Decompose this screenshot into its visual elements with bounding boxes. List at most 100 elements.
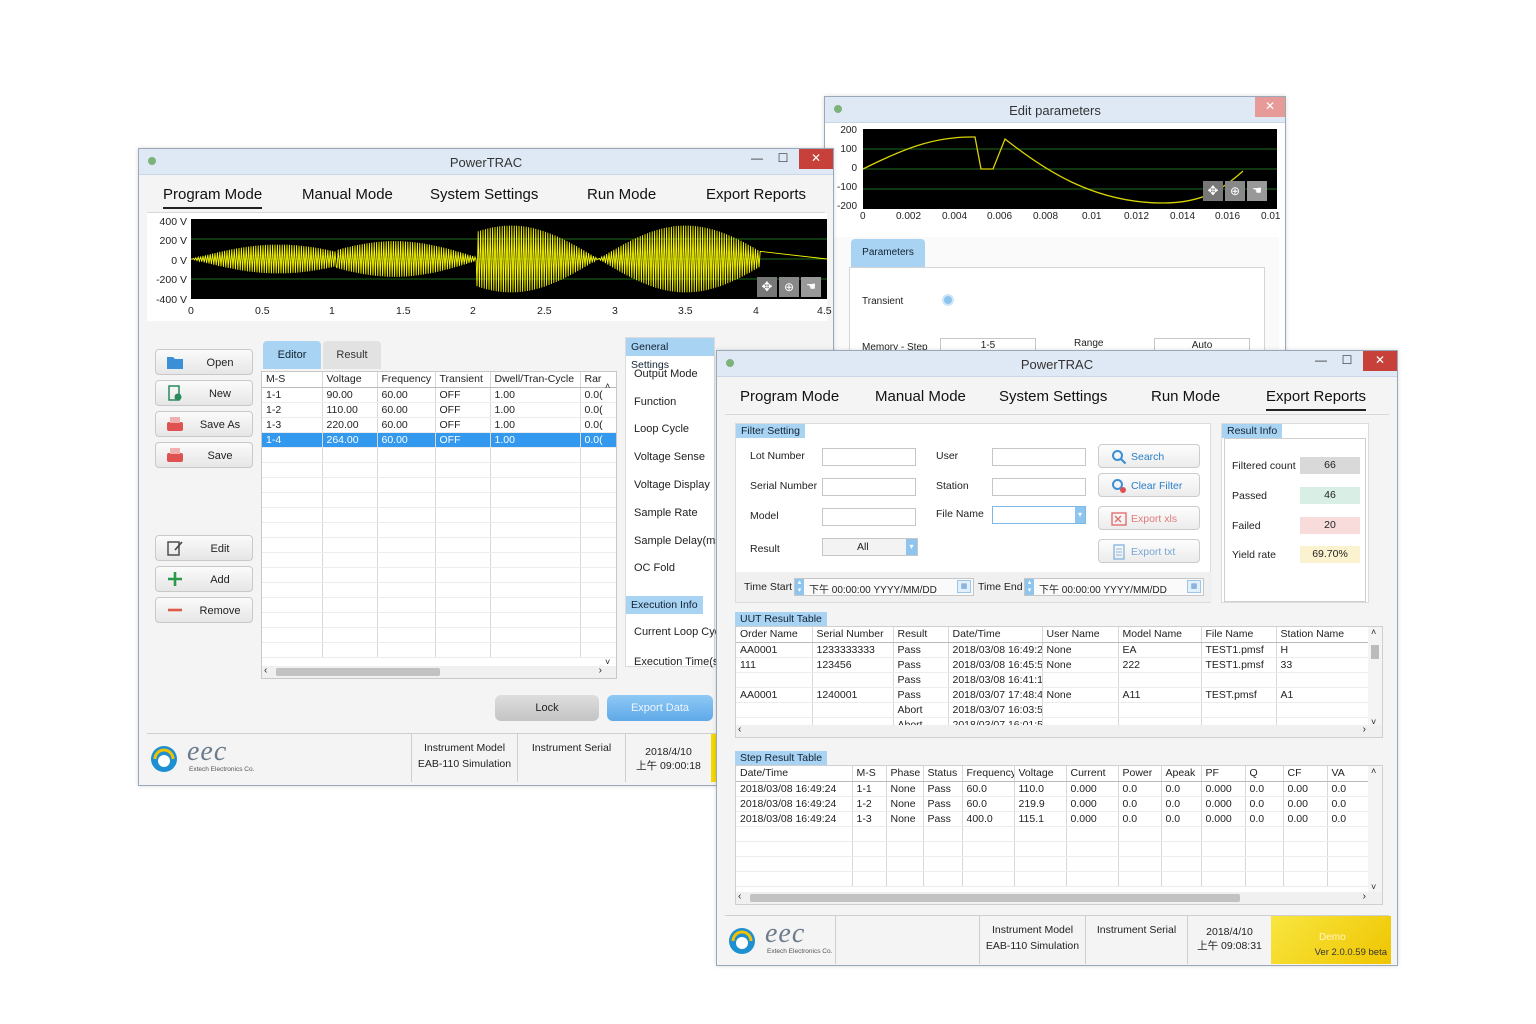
column-header[interactable]: Date/Time <box>948 627 1043 643</box>
clear-filter-button[interactable]: Clear Filter <box>1098 473 1200 497</box>
tab-result[interactable]: Result <box>323 341 381 369</box>
column-header[interactable]: CF <box>1283 766 1328 782</box>
file-name-select[interactable]: ▾ <box>992 506 1086 524</box>
tab-parameters[interactable]: Parameters <box>851 239 925 267</box>
menu-program-mode[interactable]: Program Mode <box>740 388 839 405</box>
pan-icon[interactable]: ✥ <box>1203 181 1223 201</box>
scroll-up-icon[interactable]: ˄ <box>1371 766 1376 776</box>
table-row[interactable]: 1-2 110.00 60.00 OFF 1.00 0.0( <box>262 402 616 418</box>
scroll-right-icon[interactable]: › <box>1363 724 1366 735</box>
column-header[interactable]: User Name <box>1042 627 1119 643</box>
scroll-thumb[interactable] <box>750 894 1240 902</box>
result-select[interactable]: All ▾ <box>822 538 918 556</box>
calendar-icon[interactable]: ▦ <box>957 580 971 593</box>
close-icon[interactable]: ✕ <box>799 149 833 169</box>
table-row[interactable]: 2018/03/08 16:49:24 1-3 None Pass 400.0 115.1… <box>736 811 1373 827</box>
column-header[interactable]: Status <box>923 766 963 782</box>
column-header[interactable]: Phase <box>886 766 924 782</box>
column-header[interactable]: Transient <box>435 372 491 388</box>
export-data-button[interactable]: Export Data <box>607 695 713 721</box>
scroll-up-icon[interactable]: ˄ <box>1371 627 1376 637</box>
scroll-left-icon[interactable]: ‹ <box>738 891 741 902</box>
column-header[interactable]: Dwell/Tran-Cycle <box>490 372 581 388</box>
column-header[interactable]: Apeak <box>1161 766 1202 782</box>
model-input[interactable] <box>822 508 916 526</box>
table-row[interactable]: 1-3 220.00 60.00 OFF 1.00 0.0( <box>262 417 616 433</box>
column-header[interactable]: Frequency <box>377 372 436 388</box>
save-as-button[interactable]: Save As <box>155 411 253 437</box>
vertical-scrollbar[interactable]: ˄ ˅ <box>605 381 615 667</box>
maximize-icon[interactable]: ☐ <box>771 149 795 169</box>
scroll-thumb[interactable] <box>276 668 440 676</box>
scroll-down-icon[interactable]: ˅ <box>1371 882 1376 892</box>
export-txt-button[interactable]: Export txt <box>1098 539 1200 563</box>
menu-run-mode[interactable]: Run Mode <box>587 186 656 203</box>
table-row[interactable]: 2018/03/08 16:49:24 1-2 None Pass 60.0 219.9 0… <box>736 796 1373 812</box>
table-row[interactable]: Abort 2018/03/07 16:03:5 <box>736 702 1377 718</box>
open-button[interactable]: Open <box>155 349 253 375</box>
table-row[interactable]: 2018/03/08 16:49:24 1-1 None Pass 60.0 110.0 0… <box>736 781 1373 797</box>
edit-button[interactable]: Edit <box>155 535 253 561</box>
column-header[interactable]: Station Name <box>1276 627 1377 643</box>
vertical-scrollbar[interactable]: ˄ ˅ <box>1368 627 1382 727</box>
hand-icon[interactable]: ☚ <box>1247 181 1267 201</box>
maximize-icon[interactable]: ☐ <box>1335 351 1359 371</box>
column-header[interactable]: File Name <box>1201 627 1277 643</box>
calendar-icon[interactable]: ▦ <box>1187 580 1201 593</box>
time-end-input[interactable]: ▴ ▾ 下午 00:00:00 YYYY/MM/DD ▦ <box>1024 578 1204 596</box>
table-row[interactable]: 111 123456 Pass 2018/03/08 16:45:5 None 222 TE… <box>736 657 1377 673</box>
column-header[interactable]: PF <box>1201 766 1246 782</box>
table-row[interactable]: AA0001 1240001 Pass 2018/03/07 17:48:4 None A… <box>736 687 1377 703</box>
column-header[interactable]: Current <box>1066 766 1119 782</box>
export-xls-button[interactable]: Export xls <box>1098 506 1200 530</box>
spin-icon[interactable]: ▴ ▾ <box>1025 579 1034 595</box>
menu-run-mode[interactable]: Run Mode <box>1151 388 1220 405</box>
time-start-input[interactable]: ▴ ▾ 下午 00:00:00 YYYY/MM/DD ▦ <box>794 578 974 596</box>
close-icon[interactable]: ✕ <box>1255 97 1285 117</box>
horizontal-scrollbar[interactable]: ‹ › <box>736 891 1382 904</box>
column-header[interactable]: Voltage <box>1014 766 1067 782</box>
column-header[interactable]: Power <box>1118 766 1162 782</box>
user-input[interactable] <box>992 448 1086 466</box>
scroll-right-icon[interactable]: › <box>1363 891 1366 902</box>
serial-number-input[interactable] <box>822 478 916 496</box>
column-header[interactable]: M-S <box>262 372 323 388</box>
column-header[interactable]: M-S <box>852 766 887 782</box>
close-icon[interactable]: ✕ <box>1363 351 1397 371</box>
minimize-icon[interactable]: — <box>745 149 769 169</box>
table-row[interactable]: Pass 2018/03/08 16:41:1 <box>736 672 1377 688</box>
column-header[interactable]: Order Name <box>736 627 813 643</box>
menu-export-reports[interactable]: Export Reports <box>1266 388 1367 411</box>
column-header[interactable]: VA <box>1327 766 1373 782</box>
hand-icon[interactable]: ☚ <box>801 277 821 297</box>
scroll-left-icon[interactable]: ‹ <box>738 724 741 735</box>
lock-button[interactable]: Lock <box>495 695 599 721</box>
horizontal-scrollbar[interactable]: ‹ › <box>736 724 1382 737</box>
menu-system-settings[interactable]: System Settings <box>430 186 538 203</box>
horizontal-scrollbar[interactable]: ‹ › <box>262 665 616 678</box>
vertical-scrollbar[interactable]: ˄ ˅ <box>1368 766 1382 892</box>
add-button[interactable]: Add <box>155 566 253 592</box>
station-input[interactable] <box>992 478 1086 496</box>
menu-export-reports[interactable]: Export Reports <box>706 186 806 203</box>
remove-button[interactable]: Remove <box>155 597 253 623</box>
menu-program-mode[interactable]: Program Mode <box>163 186 263 209</box>
scroll-right-icon[interactable]: › <box>599 665 602 676</box>
menu-manual-mode[interactable]: Manual Mode <box>875 388 966 405</box>
minimize-icon[interactable]: — <box>1309 351 1333 371</box>
column-header[interactable]: Model Name <box>1118 627 1202 643</box>
transient-toggle[interactable] <box>942 294 954 306</box>
save-button[interactable]: Save <box>155 442 253 468</box>
table-row[interactable]: AA0001 1233333333 Pass 2018/03/08 16:49:2 No… <box>736 642 1377 658</box>
spin-icon[interactable]: ▴ ▾ <box>795 579 804 595</box>
column-header[interactable]: Result <box>893 627 949 643</box>
column-header[interactable]: Voltage <box>322 372 378 388</box>
chevron-down-icon[interactable]: ▾ <box>1075 507 1085 523</box>
scroll-down-icon[interactable]: ˅ <box>605 657 610 667</box>
new-button[interactable]: New <box>155 380 253 406</box>
search-button[interactable]: Search <box>1098 444 1200 468</box>
scroll-up-icon[interactable]: ˄ <box>605 381 610 391</box>
column-header[interactable]: Frequency <box>962 766 1015 782</box>
menu-manual-mode[interactable]: Manual Mode <box>302 186 393 203</box>
zoom-icon[interactable]: ⊕ <box>779 277 799 297</box>
